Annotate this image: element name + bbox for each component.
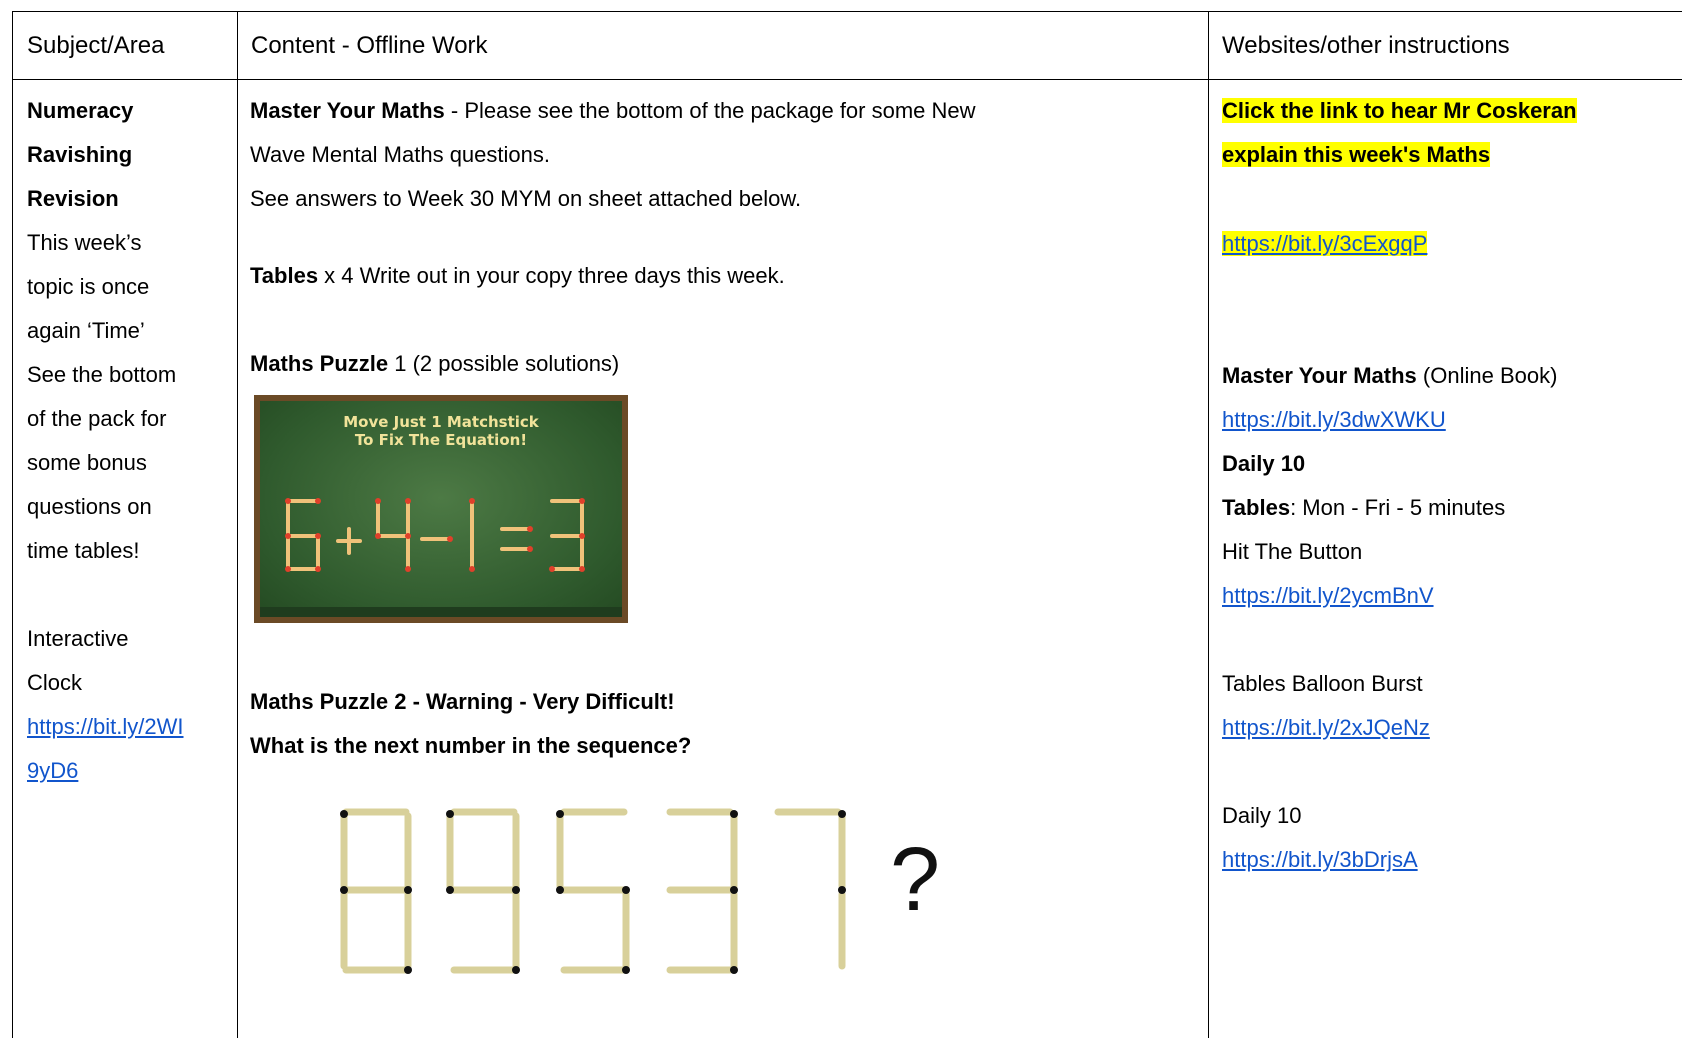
hit-the-button-link[interactable]: https://bit.ly/2ycmBnV — [1222, 574, 1677, 618]
revision-title-line1: Ravishing — [27, 142, 133, 167]
tables-line: Tables x 4 Write out in your copy three … — [250, 254, 785, 298]
video-line2: explain this week's Maths — [1222, 133, 1677, 177]
clock-link-part2: 9yD6 — [27, 758, 79, 783]
header-websites: Websites/other instructions — [1222, 32, 1510, 59]
topic-text-line: again ‘Time’ — [27, 318, 145, 343]
header-content-offline: Content - Offline Work — [251, 32, 488, 59]
puzzle1-text: 1 (2 possible solutions) — [388, 351, 620, 376]
header-subject-area: Subject/Area — [27, 32, 165, 59]
topic-text-line: time tables! — [27, 538, 140, 563]
daily10-link[interactable]: https://bit.ly/3bDrjsA — [1222, 838, 1677, 882]
topic-text-line: topic is once — [27, 274, 150, 299]
tables-online-text: : Mon - Fri - 5 minutes — [1290, 495, 1506, 520]
matchstick-sequence-image: ? — [340, 808, 940, 974]
header-bottom-border — [12, 79, 1682, 80]
matchstick-puzzle1-image: Move Just 1 Matchstick To Fix The Equati… — [254, 395, 628, 623]
table-top-border — [12, 11, 1682, 12]
subject-numeracy: Numeracy — [27, 98, 134, 123]
daily10-label: Daily 10 — [1222, 803, 1302, 828]
sequence-question-mark: ? — [890, 830, 940, 930]
topic-text-line: questions on — [27, 494, 152, 519]
mym-online-link[interactable]: https://bit.ly/3dwXWKU — [1222, 398, 1677, 442]
tables-online-title: Tables — [1222, 495, 1291, 520]
mym-line3: See answers to Week 30 MYM on sheet atta… — [250, 186, 802, 211]
tables-text: x 4 Write out in your copy three days th… — [318, 263, 785, 288]
tables-title: Tables — [250, 263, 319, 288]
hit-the-button-label: Hit The Button — [1222, 539, 1363, 564]
blackboard-ledge — [260, 607, 622, 617]
interactive-clock-line2: Clock — [27, 670, 83, 695]
mym-online-line: Master Your Maths (Online Book) — [1222, 354, 1677, 398]
interactive-clock-line1: Interactive — [27, 626, 129, 651]
content-column: Master Your Maths - Please see the botto… — [250, 89, 1200, 221]
interactive-clock-link[interactable]: https://bit.ly/2WI 9yD6 — [27, 705, 232, 793]
table-left-border — [12, 11, 13, 1038]
column-divider-2 — [1208, 11, 1209, 1038]
tables-schedule-line: Tables: Mon - Fri - 5 minutes — [1222, 486, 1677, 530]
video-link-wrap: https://bit.ly/3cExgqP — [1222, 222, 1428, 266]
video-line1: Click the link to hear Mr Coskeran — [1222, 89, 1677, 133]
column-divider-1 — [237, 11, 238, 1038]
mym-online-suffix: (Online Book) — [1416, 363, 1558, 388]
lesson-plan-table: Subject/Area Content - Offline Work Webs… — [0, 0, 1682, 1038]
websites-column: Click the link to hear Mr Coskeran expla… — [1222, 89, 1677, 177]
topic-text-line: See the bottom — [27, 362, 177, 387]
topic-text-line: This week’s — [27, 230, 142, 255]
video-highlight-1: Click the link to hear Mr Coskeran — [1222, 98, 1577, 123]
mym-title: Master Your Maths — [250, 98, 445, 123]
topic-text-line: of the pack for — [27, 406, 167, 431]
puzzle2-line1: Maths Puzzle 2 - Warning - Very Difficul… — [250, 689, 675, 714]
puzzle2-line2: What is the next number in the sequence? — [250, 733, 692, 758]
balloon-burst-link[interactable]: https://bit.ly/2xJQeNz — [1222, 706, 1677, 750]
mym-online-title: Master Your Maths — [1222, 363, 1417, 388]
mym-text1: - Please see the bottom of the package f… — [444, 98, 976, 123]
subject-column: Numeracy Ravishing Revision This week’s … — [27, 89, 232, 793]
mym-line2: Wave Mental Maths questions. — [250, 142, 550, 167]
puzzle2-heading: Maths Puzzle 2 - Warning - Very Difficul… — [250, 680, 691, 768]
websites-links: Master Your Maths (Online Book) https://… — [1222, 354, 1677, 882]
matchstick-equation — [285, 498, 585, 572]
mym-line1: Master Your Maths - Please see the botto… — [250, 89, 1200, 133]
daily10-title: Daily 10 — [1222, 451, 1306, 476]
puzzle1-title: Maths Puzzle — [250, 351, 389, 376]
video-highlight-2: explain this week's Maths — [1222, 142, 1491, 167]
video-link[interactable]: https://bit.ly/3cExgqP — [1222, 231, 1428, 256]
topic-text-line: some bonus — [27, 450, 147, 475]
clock-link-part1: https://bit.ly/2WI — [27, 714, 184, 739]
balloon-burst-label: Tables Balloon Burst — [1222, 671, 1423, 696]
puzzle1-line: Maths Puzzle 1 (2 possible solutions) — [250, 342, 619, 386]
revision-title-line2: Revision — [27, 186, 119, 211]
